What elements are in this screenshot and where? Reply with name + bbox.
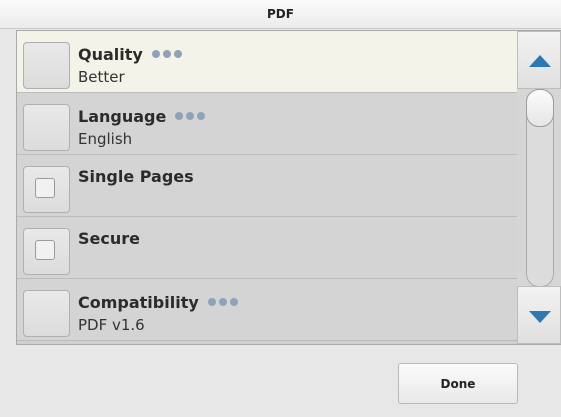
setting-title-wrap: Quality (78, 43, 185, 64)
setting-row-secure[interactable]: Secure (17, 217, 517, 279)
done-button[interactable]: Done (398, 363, 518, 404)
scroll-thumb[interactable] (526, 89, 554, 127)
setting-icon-placeholder (23, 290, 70, 337)
setting-title-wrap: Single Pages (78, 167, 194, 186)
single-pages-checkbox[interactable] (35, 178, 55, 198)
triangle-down-icon (529, 311, 551, 323)
secure-checkbox[interactable] (35, 240, 55, 260)
more-options-icon (175, 105, 208, 124)
setting-icon-placeholder (23, 42, 70, 89)
setting-value: English (78, 130, 133, 148)
list-scrollbar[interactable] (517, 30, 561, 345)
setting-icon-placeholder (23, 104, 70, 151)
setting-value: Better (78, 68, 125, 86)
setting-row-single-pages[interactable]: Single Pages (17, 155, 517, 217)
setting-title: Quality (78, 45, 143, 64)
scroll-track[interactable] (526, 89, 554, 287)
window-title: PDF (0, 0, 561, 29)
triangle-up-icon (529, 55, 551, 67)
setting-title: Secure (78, 229, 140, 248)
more-options-icon (151, 43, 185, 62)
setting-title: Single Pages (78, 167, 194, 186)
settings-list: Quality Better Language English Single P… (16, 30, 518, 345)
scroll-up-button[interactable] (517, 31, 561, 89)
setting-title-wrap: Secure (78, 229, 140, 248)
setting-row-compatibility[interactable]: Compatibility PDF v1.6 (17, 279, 517, 341)
setting-value: PDF v1.6 (78, 316, 145, 334)
setting-title: Compatibility (78, 293, 199, 312)
setting-row-language[interactable]: Language English (17, 93, 517, 155)
setting-title-wrap: Compatibility (78, 291, 241, 312)
more-options-icon (207, 291, 241, 310)
setting-title: Language (78, 107, 167, 126)
setting-row-quality[interactable]: Quality Better (17, 31, 517, 93)
setting-title-wrap: Language (78, 105, 208, 126)
scroll-down-button[interactable] (517, 286, 561, 344)
